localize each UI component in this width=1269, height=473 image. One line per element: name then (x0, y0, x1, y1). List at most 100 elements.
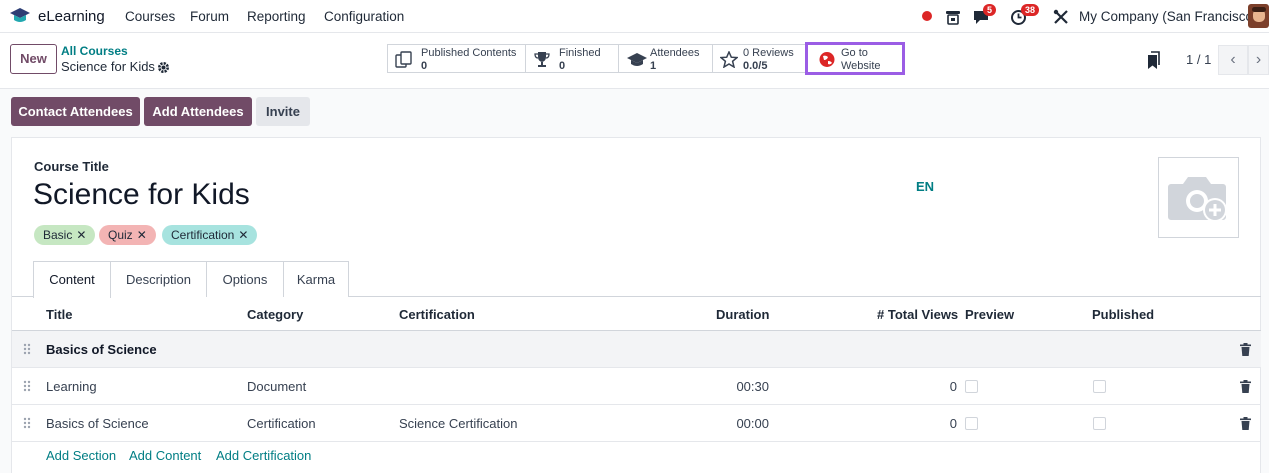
company-switcher[interactable]: My Company (San Francisco) (1079, 9, 1258, 24)
section-title[interactable]: Basics of Science (46, 342, 157, 357)
drag-handle-icon[interactable] (23, 343, 31, 355)
tag-quiz[interactable]: Quiz ✕ (99, 225, 156, 245)
gear-icon[interactable] (157, 61, 170, 74)
add-section-link[interactable]: Add Section (46, 448, 116, 463)
close-icon[interactable]: ✕ (137, 228, 147, 242)
menu-courses[interactable]: Courses (125, 9, 175, 24)
invite-button[interactable]: Invite (256, 97, 310, 126)
user-avatar[interactable] (1248, 4, 1269, 28)
cell-total-views[interactable]: 0 (902, 379, 957, 394)
tag-label: Quiz (108, 228, 133, 242)
elearning-app-icon[interactable] (9, 6, 31, 26)
tag-certification[interactable]: Certification ✕ (162, 225, 258, 245)
add-certification-link[interactable]: Add Certification (216, 448, 311, 463)
stat-title: Go to (841, 47, 868, 59)
stat-title: Attendees (650, 47, 700, 59)
language-button[interactable]: EN (916, 179, 934, 194)
preview-checkbox[interactable] (965, 380, 978, 393)
cell-title[interactable]: Learning (46, 379, 97, 394)
app-brand[interactable]: eLearning (38, 8, 105, 25)
menu-forum[interactable]: Forum (190, 9, 229, 24)
camera-add-icon (1168, 177, 1227, 222)
cell-duration[interactable]: 00:30 (712, 379, 769, 394)
table-row[interactable]: Learning Document 00:30 0 (12, 368, 1261, 405)
trash-icon[interactable] (1240, 380, 1251, 393)
form-sheet: Course Title Science for Kids EN Basic ✕ … (11, 137, 1261, 473)
stat-value: 0 (559, 60, 566, 72)
trash-icon[interactable] (1240, 417, 1251, 430)
go-to-website-button[interactable]: Go to Website (805, 42, 905, 75)
chevron-left-icon: ‹ (1230, 51, 1236, 68)
pager-next-button[interactable]: › (1248, 45, 1269, 75)
cell-title[interactable]: Basics of Science (46, 416, 149, 431)
tab-description[interactable]: Description (111, 261, 207, 297)
messages-badge: 5 (983, 4, 997, 16)
trophy-icon (534, 52, 550, 67)
table-section-row[interactable]: Basics of Science (12, 331, 1261, 368)
preview-checkbox[interactable] (965, 417, 978, 430)
reviews-button[interactable]: 0 Reviews 0.0/5 (713, 44, 807, 73)
tab-karma[interactable]: Karma (284, 261, 349, 297)
column-published[interactable]: Published (1092, 307, 1154, 322)
course-image-upload[interactable] (1158, 157, 1239, 238)
table-header: Title Category Certification Duration # … (12, 297, 1261, 331)
column-preview[interactable]: Preview (965, 307, 1014, 322)
cell-certification[interactable]: Science Certification (399, 416, 518, 431)
trash-icon[interactable] (1240, 343, 1251, 356)
contact-attendees-button[interactable]: Contact Attendees (11, 97, 140, 126)
cell-category[interactable]: Document (247, 379, 306, 394)
breadcrumb-all-courses[interactable]: All Courses (61, 44, 128, 58)
published-checkbox[interactable] (1093, 417, 1106, 430)
column-duration[interactable]: Duration (716, 307, 769, 322)
menu-configuration[interactable]: Configuration (324, 9, 404, 24)
cell-duration[interactable]: 00:00 (712, 416, 769, 431)
close-icon[interactable]: ✕ (76, 228, 86, 242)
new-button[interactable]: New (10, 44, 57, 74)
column-title[interactable]: Title (46, 307, 73, 322)
close-icon[interactable]: ✕ (238, 228, 248, 242)
attendees-button[interactable]: Attendees 1 (619, 44, 713, 73)
course-title-label: Course Title (34, 159, 109, 174)
table-row[interactable]: Basics of Science Certification Science … (12, 405, 1261, 442)
drag-handle-icon[interactable] (23, 417, 31, 429)
star-icon (720, 51, 738, 68)
bookmark-icon[interactable] (1145, 51, 1161, 70)
tag-label: Basic (43, 228, 73, 242)
pager-value[interactable]: 1 / 1 (1186, 52, 1211, 67)
record-status-icon[interactable] (922, 11, 932, 21)
add-content-link[interactable]: Add Content (129, 448, 201, 463)
breadcrumb-current: Science for Kids (61, 59, 155, 74)
column-certification[interactable]: Certification (399, 307, 475, 322)
tag-basic[interactable]: Basic ✕ (34, 225, 96, 245)
messages-button[interactable]: 5 (972, 4, 997, 27)
globe-icon (819, 52, 835, 67)
top-navbar: eLearning Courses Forum Reporting Config… (0, 0, 1269, 33)
menu-reporting[interactable]: Reporting (247, 9, 306, 24)
tools-icon[interactable] (1053, 8, 1069, 26)
stat-value: 0.0/5 (743, 60, 768, 72)
tab-options[interactable]: Options (207, 261, 284, 297)
cell-category[interactable]: Certification (247, 416, 316, 431)
tag-label: Certification (171, 228, 235, 242)
column-total-views[interactable]: # Total Views (877, 307, 958, 322)
cell-total-views[interactable]: 0 (902, 416, 957, 431)
stat-value: Website (841, 60, 881, 72)
stat-title: 0 Reviews (743, 47, 794, 59)
phone-icon[interactable] (944, 8, 962, 26)
chevron-right-icon: › (1255, 51, 1262, 68)
drag-handle-icon[interactable] (23, 380, 31, 392)
tab-content[interactable]: Content (33, 261, 111, 298)
add-attendees-button[interactable]: Add Attendees (144, 97, 252, 126)
activities-button[interactable]: 38 (1010, 4, 1040, 27)
stat-title: Published Contents (421, 47, 517, 59)
course-title-input[interactable]: Science for Kids (33, 178, 250, 212)
published-contents-button[interactable]: Published Contents 0 (387, 44, 526, 73)
activities-badge: 38 (1021, 4, 1040, 16)
column-category[interactable]: Category (247, 307, 303, 322)
graduation-cap-icon (627, 53, 647, 66)
stat-value: 0 (421, 60, 428, 72)
published-checkbox[interactable] (1093, 380, 1106, 393)
pager-previous-button[interactable]: ‹ (1218, 45, 1248, 75)
finished-button[interactable]: Finished 0 (526, 44, 619, 73)
control-panel: New All Courses Science for Kids Publish… (0, 33, 1269, 89)
